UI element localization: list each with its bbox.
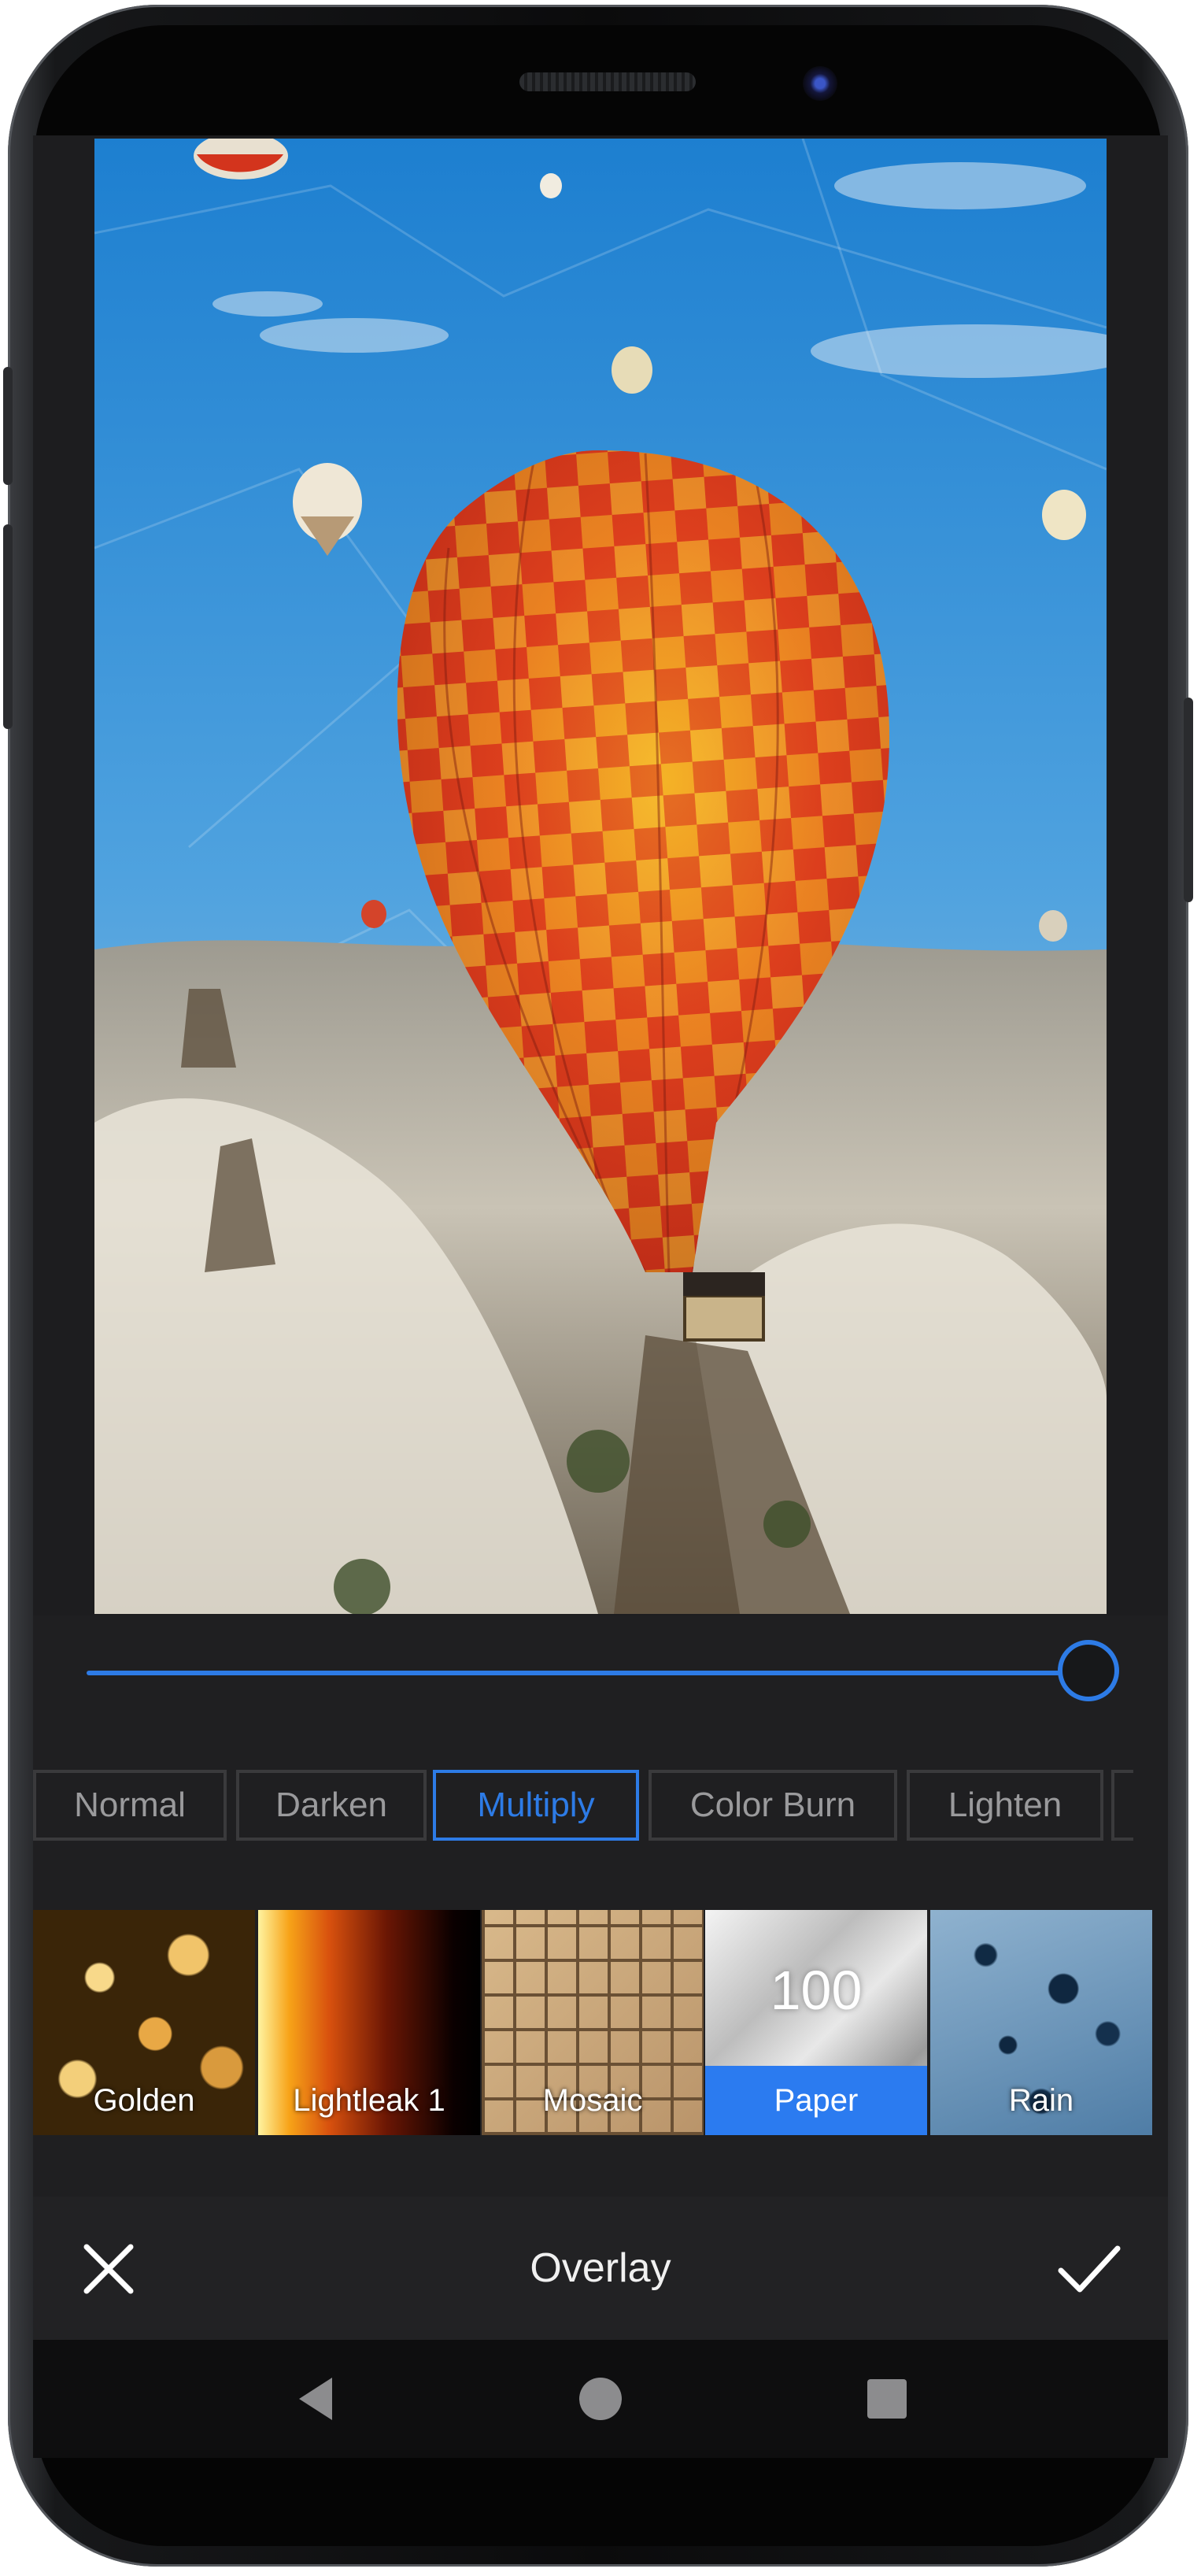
overlay-label: Mosaic xyxy=(542,2082,643,2118)
photo-image xyxy=(94,139,1107,1614)
opacity-slider-track[interactable] xyxy=(87,1671,1075,1675)
recents-square-icon[interactable] xyxy=(861,2373,913,2425)
opacity-slider-thumb[interactable] xyxy=(1058,1640,1119,1701)
blend-mode-label: Normal xyxy=(74,1786,186,1824)
overlay-editor-panel: Normal Darken Multiply Color Burn Lighte… xyxy=(33,1616,1168,2197)
editor-action-bar: Overlay xyxy=(33,2197,1168,2340)
overlay-label: Rain xyxy=(1008,2082,1074,2118)
blend-mode-normal[interactable]: Normal xyxy=(33,1770,227,1841)
home-circle-icon[interactable] xyxy=(575,2373,626,2425)
overlay-rain[interactable]: Rain xyxy=(930,1910,1152,2135)
check-icon[interactable] xyxy=(1056,2241,1122,2297)
blend-mode-color-burn[interactable]: Color Burn xyxy=(649,1770,897,1841)
back-triangle-icon[interactable] xyxy=(293,2373,345,2425)
power-button xyxy=(1184,698,1193,902)
blend-mode-label: Multiply xyxy=(477,1786,595,1824)
system-navigation-bar xyxy=(33,2340,1168,2458)
volume-button xyxy=(3,367,13,485)
overlay-thumbnails: Golden Lightleak 1 Mosaic 100 Paper Rain xyxy=(33,1910,1168,2135)
overlay-opacity-value: 100 xyxy=(770,1960,863,2021)
list-edge-mask xyxy=(1133,1765,1168,1852)
earpiece-speaker xyxy=(519,72,696,91)
overlay-label: Golden xyxy=(93,2082,195,2118)
bixby-button xyxy=(3,524,13,729)
blend-mode-label: Color Burn xyxy=(689,1786,856,1824)
overlay-label: Paper xyxy=(705,2066,927,2135)
overlay-lightleak[interactable]: Lightleak 1 xyxy=(258,1910,480,2135)
screen: Normal Darken Multiply Color Burn Lighte… xyxy=(33,135,1168,2340)
blend-mode-list: Normal Darken Multiply Color Burn Lighte… xyxy=(33,1770,1168,1845)
blend-mode-label: Lighten xyxy=(948,1786,1062,1824)
blend-mode-label: Darken xyxy=(275,1786,387,1824)
overlay-paper[interactable]: 100 Paper xyxy=(705,1910,927,2135)
blend-mode-darken[interactable]: Darken xyxy=(236,1770,427,1841)
blend-mode-multiply[interactable]: Multiply xyxy=(433,1770,639,1841)
blend-mode-lighten[interactable]: Lighten xyxy=(907,1770,1103,1841)
overlay-mosaic[interactable]: Mosaic xyxy=(482,1910,704,2135)
overlay-label: Lightleak 1 xyxy=(293,2082,445,2118)
front-camera xyxy=(803,66,837,101)
editor-title: Overlay xyxy=(530,2245,671,2291)
photo-preview xyxy=(94,139,1107,1614)
overlay-golden[interactable]: Golden xyxy=(33,1910,255,2135)
